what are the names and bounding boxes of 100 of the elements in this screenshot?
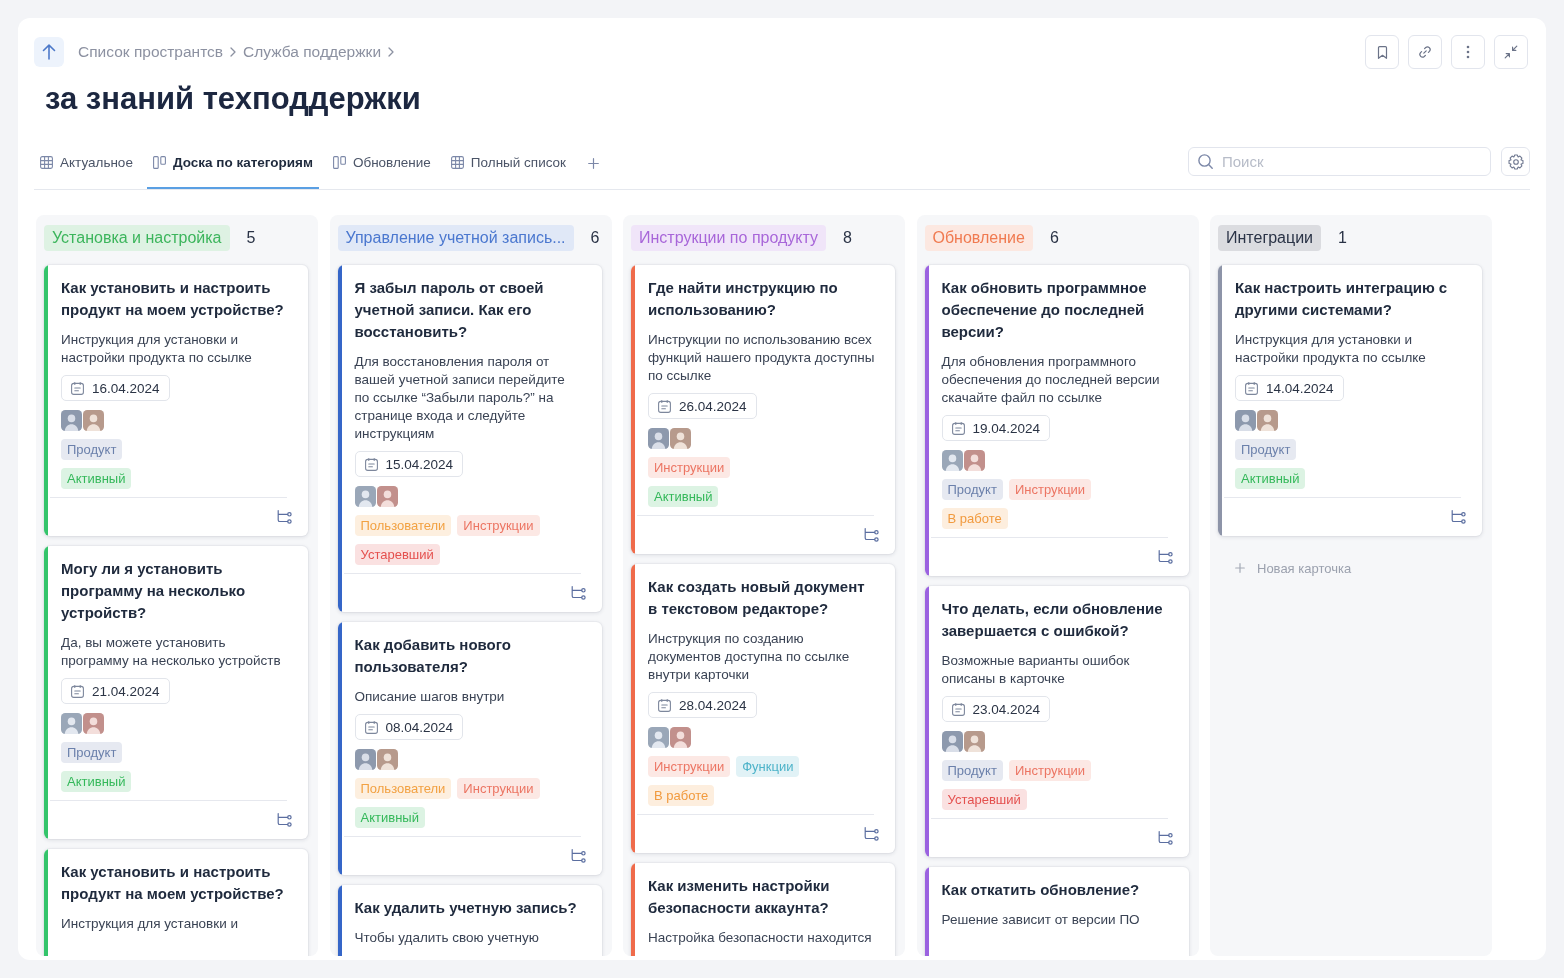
avatar-icon <box>83 713 104 734</box>
branch-icon[interactable] <box>570 849 586 863</box>
page-title: за знаний техподдержки <box>44 81 421 117</box>
column-label: Интеграции <box>1218 225 1322 251</box>
avatar-icon <box>354 749 376 770</box>
article-card[interactable]: Могу ли я установить программу на несколько устройств? Да, вы можете установить программу на несколько устройств 21.04.2024 Продукт Активный <box>44 546 308 839</box>
card-description: Инструкция для установки и настройки продукта по ссылке <box>61 331 253 367</box>
status-tag: Устаревший <box>941 789 1027 810</box>
status-tag: Устаревший <box>354 544 440 565</box>
card-description: Инструкция для установки и настройки продукта по ссылке <box>1235 331 1427 367</box>
article-card[interactable]: Где найти инструкцию по использованию? Инструкции по использованию всех функций нашего продукта доступны по ссылке 26.04.2024 Инструкции Активный <box>631 265 895 554</box>
card-title: Я забыл пароль от своей учетной записи. Как его восстановить? <box>354 278 545 342</box>
avatar-icon <box>648 727 669 748</box>
avatar-icon <box>941 450 963 471</box>
date-text: 14.04.2024 <box>1266 380 1334 396</box>
view-tab[interactable]: Актуальное <box>34 145 139 189</box>
avatar-icon <box>941 731 963 752</box>
article-card[interactable]: Как создать новый документ в текстовом редакторе? Инструкция по созданию документов доступна по ссылке внутри карточки 28.04.2024 Инструкции Функции В работе <box>631 564 895 853</box>
plus-icon <box>588 157 600 169</box>
view-tab[interactable]: Доска по категориям <box>146 145 319 189</box>
article-card[interactable]: Как откатить обновление? Решение зависит от версии ПО <box>924 867 1189 956</box>
date-text: 15.04.2024 <box>385 456 454 472</box>
card-title: Как удалить учетную запись? <box>354 898 578 918</box>
arrow-up-icon <box>42 44 56 60</box>
view-tab[interactable]: Обновление <box>326 145 437 189</box>
card-title: Как добавить нового пользователя? <box>354 635 512 677</box>
card-count: 8 <box>843 229 852 247</box>
article-card[interactable]: Что делать, если обновление завершается с ошибкой? Возможные варианты ошибок описаны в карточке 23.04.2024 Продукт Инструкции Устаревший <box>924 586 1189 857</box>
date-text: 26.04.2024 <box>679 398 747 414</box>
branch-icon[interactable] <box>1157 831 1173 845</box>
calendar-icon <box>71 381 84 395</box>
table-icon <box>450 155 464 169</box>
calendar-icon <box>658 698 671 712</box>
avatar-icon <box>61 410 82 431</box>
category-tag: Инструкции <box>1008 760 1092 781</box>
article-card[interactable] <box>337 265 602 612</box>
avatar-icon <box>376 749 398 770</box>
status-tag: В работе <box>941 508 1008 529</box>
avatar-icon <box>670 727 691 748</box>
avatar-icon <box>61 713 82 734</box>
avatar-icon <box>354 486 376 507</box>
article-card[interactable]: Как установить и настроить продукт на моем устройстве? Инструкция для установки и настройки продукта по ссылке 16.04.2024 Продукт Активный <box>44 265 308 536</box>
category-tag: Функции <box>736 756 800 777</box>
branch-icon[interactable] <box>864 827 879 841</box>
card-description: Для восстановления пароля от вашей учетной записи перейдите по ссылке “Забыли пароль?” на странице входа и следуйте инструкциям <box>354 353 566 443</box>
card-count: 5 <box>246 229 256 247</box>
status-tag: Активный <box>648 486 719 507</box>
branch-icon[interactable] <box>864 528 879 542</box>
column-label: Обновление <box>924 225 1033 251</box>
card-count: 6 <box>590 229 600 247</box>
calendar-icon <box>364 457 378 471</box>
status-tag: Активный <box>1235 468 1306 489</box>
date-text: 21.04.2024 <box>92 683 160 699</box>
branch-icon[interactable] <box>570 586 586 600</box>
calendar-icon <box>1245 381 1258 395</box>
card-title: Как обновить программное обеспечение до последней версии? <box>941 278 1148 342</box>
up-button[interactable] <box>34 37 64 67</box>
category-tag: Пользователи <box>354 515 452 536</box>
article-card[interactable]: Как добавить нового пользователя? Описание шагов внутри 08.04.2024 Пользователи Инструкции Активный <box>337 622 602 875</box>
article-card[interactable]: Как настроить интеграцию с другими системами? Инструкция для установки и настройки продукта по ссылке 14.04.2024 Продукт Активный <box>1218 265 1482 536</box>
card-title: Где найти инструкцию по использованию? <box>648 278 839 320</box>
date-text: 19.04.2024 <box>972 420 1041 436</box>
link-icon <box>1418 45 1432 59</box>
column-label: Управление учетной запись... <box>337 225 574 251</box>
settings-button[interactable] <box>1501 147 1530 176</box>
category-tag: Продукт <box>941 479 1003 500</box>
avatar-icon <box>1257 410 1278 431</box>
board-icon <box>152 155 166 169</box>
bookmark-icon <box>1376 45 1388 59</box>
calendar-icon <box>71 684 84 698</box>
card-description: Описание шагов внутри <box>354 688 506 706</box>
card-title: Как откатить обновление? <box>941 880 1141 900</box>
category-tag: Продукт <box>61 439 123 460</box>
article-card[interactable]: Как обновить программное обеспечение до последней версии? Для обновления программного обеспечения до последней версии скачайте файл по ссылке 19.04.2024 Продукт Инструкции В работе <box>924 265 1189 576</box>
article-card[interactable]: Как изменить настройки безопасности аккаунта? Настройка безопасности находится <box>631 863 895 956</box>
avatar-icon <box>1235 410 1256 431</box>
card-description: Инструкция для установки и <box>61 915 240 933</box>
category-tag: Пользователи <box>354 778 452 799</box>
category-tag: Инструкции <box>457 778 540 799</box>
chevron-icon <box>230 47 237 57</box>
branch-icon[interactable] <box>1451 510 1466 524</box>
branch-icon[interactable] <box>277 510 292 524</box>
search-field[interactable]: Поиск <box>1188 147 1491 176</box>
link-button[interactable] <box>1408 35 1442 69</box>
branch-icon[interactable] <box>1157 550 1173 564</box>
card-title: Как изменить настройки безопасности аккаунта? <box>648 876 831 918</box>
article-card[interactable]: Как установить и настроить продукт на моем устройстве? Инструкция для установки и <box>44 849 308 956</box>
branch-icon[interactable] <box>277 813 292 827</box>
bookmark-button[interactable] <box>1365 35 1399 69</box>
search-icon <box>1198 154 1213 169</box>
calendar-icon <box>364 720 378 734</box>
category-tag: Инструкции <box>648 756 731 777</box>
card-description: Решение зависит от версии ПО <box>941 911 1141 929</box>
category-tag: Продукт <box>61 742 123 763</box>
category-tag: Продукт <box>1235 439 1297 460</box>
category-tag: Инструкции <box>457 515 540 536</box>
article-card[interactable]: Как удалить учетную запись? Чтобы удалить свою учетную <box>337 885 602 956</box>
avatar-icon <box>83 410 104 431</box>
card-description: Настройка безопасности находится <box>648 929 873 947</box>
view-tab[interactable]: Полный список <box>444 145 573 189</box>
